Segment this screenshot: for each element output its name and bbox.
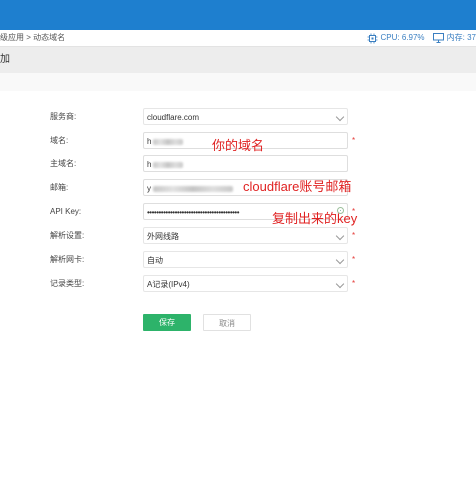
main-domain-value: h: [147, 160, 152, 169]
domain-label: 域名:: [50, 136, 69, 145]
record-type-label: 记录类型:: [50, 279, 85, 288]
service-provider-row: 服务商: cloudflare.com: [0, 108, 476, 126]
breadcrumb-bar: 级应用 > 动态域名 CPU: 6.97% 内存: 37: [0, 30, 476, 47]
chevron-down-icon: [335, 231, 345, 241]
header-spacer: [0, 73, 476, 91]
email-annotation: cloudflare账号邮箱: [243, 179, 352, 194]
resolve-setting-label: 解析设置:: [50, 231, 85, 240]
domain-annotation: 你的域名: [212, 138, 265, 153]
resolve-setting-select[interactable]: 外网线路: [143, 227, 348, 244]
resolve-nic-label: 解析网卡:: [50, 255, 85, 264]
save-button[interactable]: 保存: [143, 314, 191, 331]
api-key-label: API Key:: [50, 207, 82, 216]
service-provider-select[interactable]: cloudflare.com: [143, 108, 348, 125]
top-header-bar: [0, 0, 476, 30]
memory-usage: 内存: 37: [446, 33, 476, 42]
key-annotation: 复制出来的key: [272, 211, 358, 226]
record-type-row: 记录类型: A记录(IPv4) *: [0, 275, 476, 293]
resolve-setting-row: 解析设置: 外网线路 *: [0, 227, 476, 245]
main-domain-label: 主域名:: [50, 159, 77, 168]
monitor-icon: [433, 33, 445, 43]
cancel-button[interactable]: 取消: [203, 314, 251, 331]
chevron-down-icon: [335, 112, 345, 122]
resolve-nic-value: 自动: [147, 256, 163, 265]
page-header: 加: [0, 47, 476, 73]
record-type-value: A记录(IPv4): [147, 280, 190, 289]
system-status: CPU: 6.97% 内存: 37: [367, 30, 476, 46]
chevron-down-icon: [335, 279, 345, 289]
required-marker: *: [352, 136, 356, 145]
service-provider-value: cloudflare.com: [147, 113, 200, 122]
service-provider-label: 服务商:: [50, 112, 77, 121]
email-row: 邮箱: y: [0, 179, 476, 197]
breadcrumb[interactable]: 级应用 > 动态域名: [0, 30, 65, 46]
record-type-select[interactable]: A记录(IPv4): [143, 275, 348, 292]
email-label: 邮箱:: [50, 183, 69, 192]
resolve-nic-row: 解析网卡: 自动 *: [0, 251, 476, 269]
domain-value: h: [147, 137, 152, 146]
required-marker: *: [352, 231, 356, 240]
redacted-text: [153, 138, 184, 145]
required-marker: *: [352, 279, 356, 288]
page-title: 加: [0, 54, 10, 65]
chevron-down-icon: [335, 255, 345, 265]
required-marker: *: [352, 255, 356, 264]
api-key-row: API Key: •••••••••••••••••••••••••••••••…: [0, 203, 476, 221]
main-domain-row: 主域名: h: [0, 155, 476, 173]
main-domain-input[interactable]: h: [143, 155, 348, 172]
resolve-setting-value: 外网线路: [147, 232, 179, 241]
email-value: y: [147, 184, 151, 193]
resolve-nic-select[interactable]: 自动: [143, 251, 348, 268]
api-key-value: ••••••••••••••••••••••••••••••••••••••••: [147, 208, 240, 217]
cpu-usage: CPU: 6.97%: [380, 33, 425, 42]
redacted-text: [153, 185, 233, 192]
redacted-text: [153, 161, 184, 168]
cpu-icon: [367, 33, 378, 43]
